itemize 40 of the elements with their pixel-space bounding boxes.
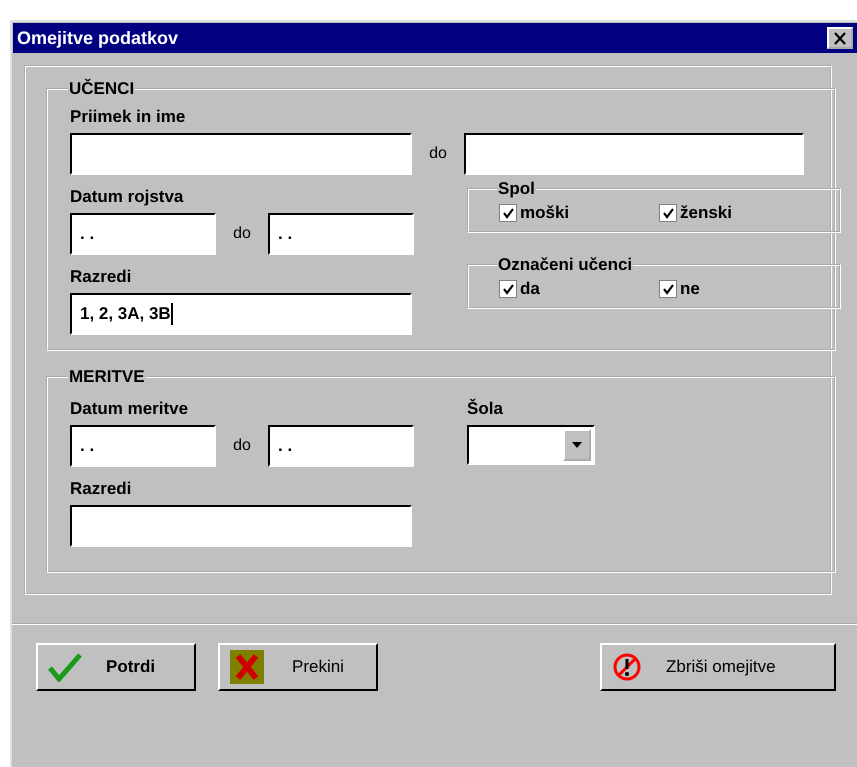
checkbox-label: ne [680,279,700,299]
checkbox[interactable] [499,280,517,298]
dropdown-arrow-icon [572,442,582,448]
checkbox[interactable] [659,204,677,222]
cross-icon [230,650,264,684]
checkbox-label: moški [520,203,570,223]
confirm-button[interactable]: Potrdi [36,643,196,691]
field-label: Priimek in ime [70,107,186,127]
range-separator: do [232,437,252,455]
checkbox-label: ženski [680,203,732,223]
input-field[interactable] [70,505,412,547]
checkbox[interactable] [659,280,677,298]
close-icon [833,32,847,44]
field-label: Datum meritve [70,399,190,419]
checkmark-icon [48,652,82,682]
group-title: Spol [497,179,536,199]
close-button[interactable] [827,27,853,49]
field-label: Razredi [70,267,132,287]
input-field[interactable] [464,133,804,175]
input-field[interactable] [70,133,412,175]
clear-button[interactable]: Zbriši omejitve [600,643,836,691]
checkbox-label: da [520,279,540,299]
group-title: UČENCI [68,79,136,99]
date-field[interactable]: . . [70,425,216,467]
prohibited-icon [612,652,642,682]
window-title: Omejitve podatkov [17,28,178,48]
input-field[interactable]: 1, 2, 3A, 3B [70,293,412,335]
date-field[interactable]: . . [268,213,414,255]
field-label: Datum rojstva [70,187,184,207]
range-separator: do [232,225,252,243]
date-field[interactable]: . . [70,213,216,255]
group-title: MERITVE [68,367,146,387]
cancel-button[interactable]: Prekini [218,643,378,691]
checkbox[interactable] [499,204,517,222]
field-label: Šola [467,399,504,419]
date-field[interactable]: . . [268,425,414,467]
dropdown[interactable] [467,425,595,465]
field-label: Razredi [70,479,132,499]
range-separator: do [428,145,448,163]
group-title: Označeni učenci [497,255,634,275]
